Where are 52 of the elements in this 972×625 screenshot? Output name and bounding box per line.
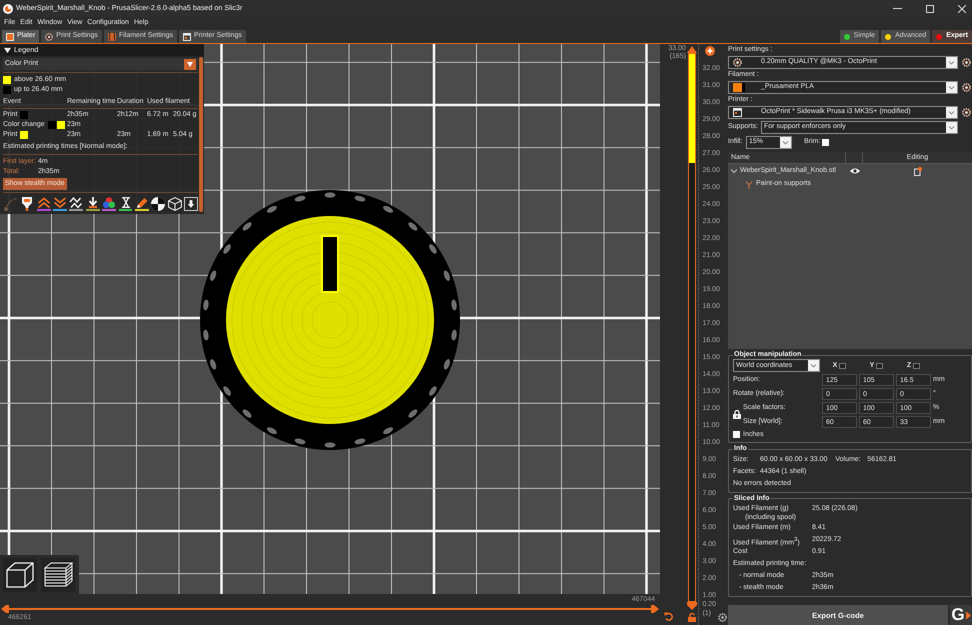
spool-icon <box>108 32 116 40</box>
square-icon <box>6 32 14 40</box>
close-icon[interactable] <box>958 4 966 12</box>
branch-icon <box>745 180 753 188</box>
triangle-icon <box>966 610 971 620</box>
cog-icon <box>45 32 54 40</box>
printer-icon <box>733 108 742 116</box>
cube-icon[interactable] <box>168 197 182 211</box>
checkbox[interactable] <box>733 431 740 438</box>
cog-icon <box>733 58 742 66</box>
settings-icon[interactable] <box>718 613 727 622</box>
settings-icon[interactable] <box>962 82 971 92</box>
settings-icon[interactable] <box>962 108 971 116</box>
dropdown-arrow-icon <box>184 58 196 70</box>
eye-icon[interactable] <box>850 168 860 174</box>
zigzag-icon[interactable] <box>69 197 84 211</box>
checkbox[interactable] <box>822 139 830 146</box>
quartered-circle-icon[interactable] <box>151 197 166 211</box>
square-icon[interactable] <box>839 362 846 369</box>
square-icon[interactable] <box>913 362 920 369</box>
pencil-icon[interactable] <box>134 197 149 211</box>
chevrons-down-icon[interactable] <box>53 197 68 211</box>
document-icon[interactable] <box>914 166 922 176</box>
caret-down-icon[interactable] <box>731 168 737 174</box>
chevrons-up-icon[interactable] <box>36 197 51 211</box>
chevron-down-icon <box>946 56 957 68</box>
curved-arrow-icon[interactable] <box>664 612 673 621</box>
chevron-down-icon <box>946 82 957 92</box>
chevron-down-icon <box>808 360 819 372</box>
dotted-path-icon[interactable] <box>4 197 18 211</box>
maximize-icon[interactable] <box>926 4 934 12</box>
slider-thumb[interactable] <box>1 605 9 613</box>
chevron-down-icon <box>946 122 957 133</box>
cube-icon[interactable] <box>3 558 37 592</box>
send-gcode-button[interactable]: G <box>950 605 972 625</box>
hourglass-icon[interactable] <box>118 197 132 211</box>
nozzle-icon[interactable] <box>20 197 34 211</box>
arrow-down-icon[interactable] <box>86 197 100 211</box>
slider-thumb[interactable] <box>651 605 659 613</box>
plus-circle-icon[interactable] <box>705 46 716 56</box>
expand-triangle-icon[interactable] <box>4 46 11 54</box>
square-icon[interactable] <box>876 362 884 369</box>
color-circles-icon[interactable] <box>102 197 116 211</box>
chevron-down-icon <box>946 106 957 118</box>
stacked-layers-icon[interactable] <box>41 558 75 592</box>
app-logo-icon <box>3 4 13 14</box>
chevron-down-icon <box>780 137 791 148</box>
settings-icon[interactable] <box>962 58 971 66</box>
padlock-icon[interactable] <box>733 410 741 419</box>
printer-icon <box>183 32 192 40</box>
scrollbar[interactable] <box>199 57 203 212</box>
arrow-down-icon[interactable] <box>184 197 198 211</box>
